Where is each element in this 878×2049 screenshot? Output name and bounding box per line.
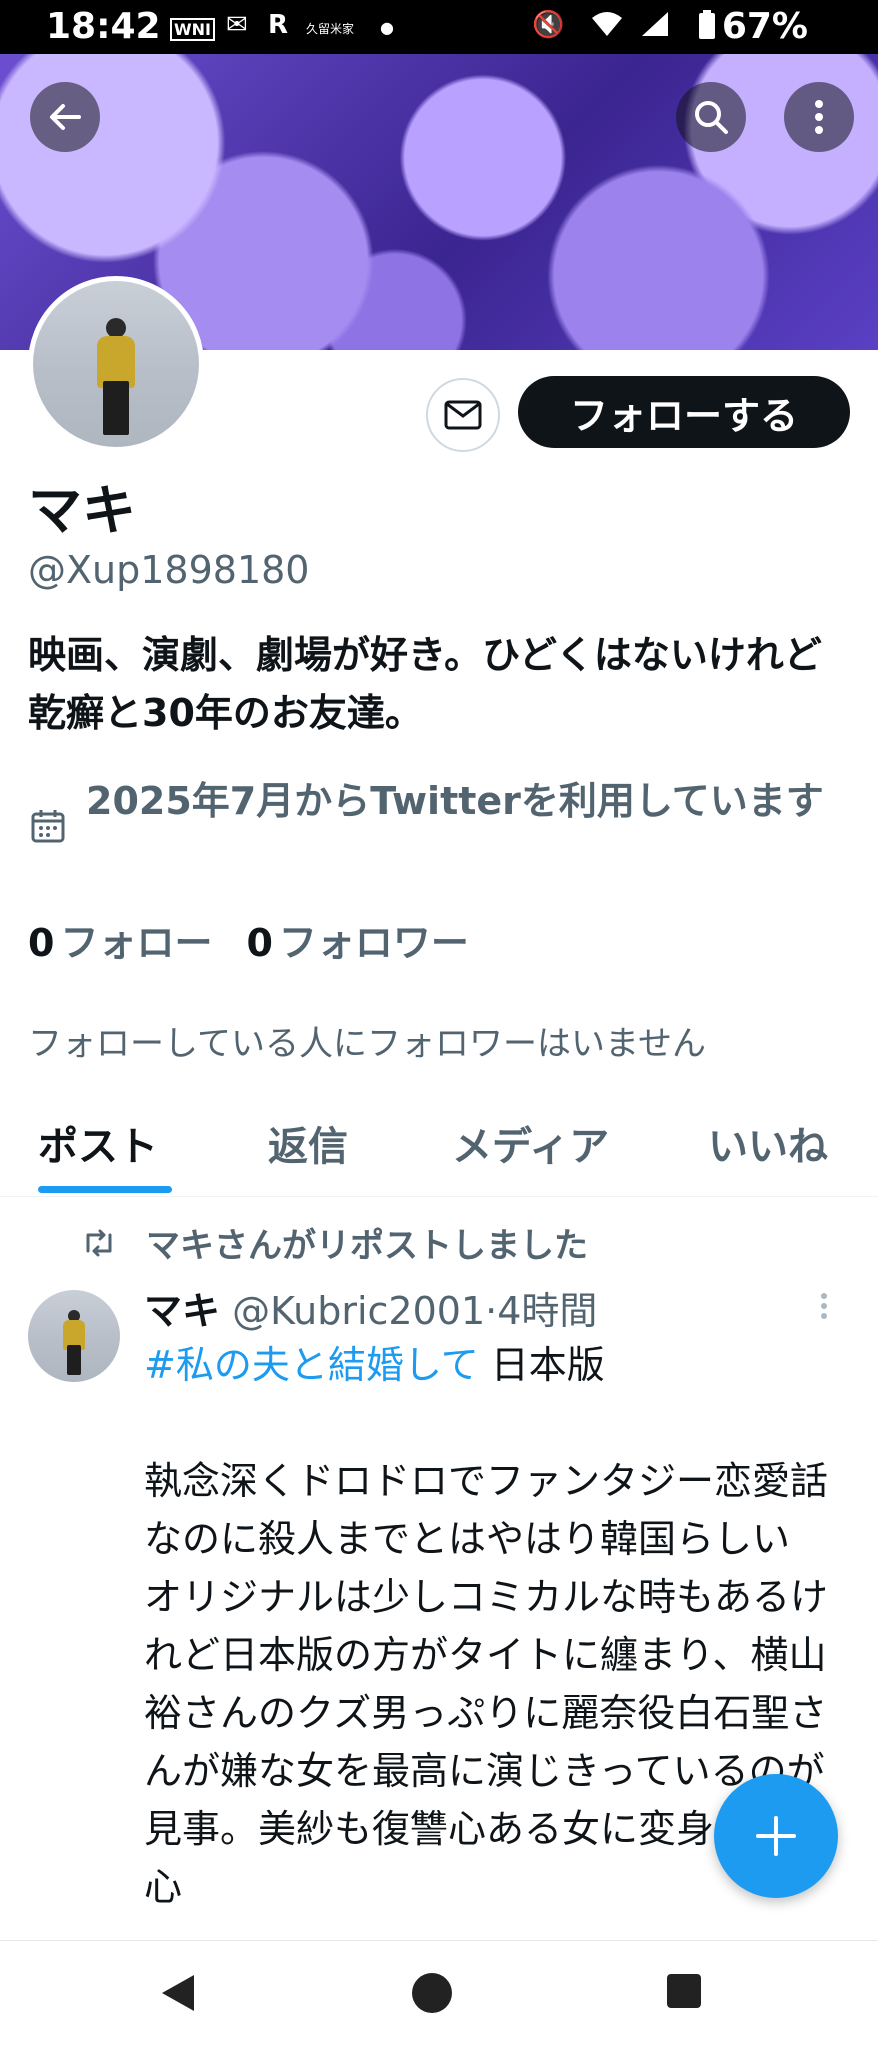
search-button[interactable] [676,82,746,152]
battery-percent: 67% [721,6,808,47]
follow-button[interactable]: フォローする [518,376,850,448]
search-icon [695,101,728,134]
tab-replies[interactable]: 返信 [268,1114,348,1172]
more-button[interactable] [784,82,854,152]
joined-date: 2025年7月からTwitterを利用しています [28,772,848,844]
profile-bio: 映画、演劇、劇場が好き。ひどくはないけれど乾癬と30年のお友達。 [28,633,822,735]
message-button[interactable] [426,378,500,452]
joined-text: 2025年7月からTwitterを利用しています [86,779,824,823]
post-title-suffix: 日本版 [490,1343,605,1387]
post-avatar[interactable] [28,1290,120,1382]
status-time: 18:42 [46,6,161,47]
post-title-line: #私の夫と結婚して 日本版 [144,1336,856,1394]
repost-icon [86,1229,112,1256]
followers-label: フォロワー [278,921,469,965]
post-more-button[interactable] [820,1292,828,1324]
profile-avatar[interactable] [28,276,204,452]
calendar-icon [31,810,65,843]
more-vertical-icon [821,1293,827,1319]
signal-icon [640,10,670,45]
repost-notice: マキさんがリポストしました [82,1218,588,1267]
app-notif-icon: 久留米家 [306,22,355,36]
active-tab-indicator [38,1186,172,1193]
tab-likes[interactable]: いいね [708,1114,828,1172]
followers-count: 0 [246,921,273,965]
tab-media[interactable]: メディア [452,1114,609,1172]
dot-icon: ● [380,18,394,37]
not-followed-notice: フォローしている人にフォロワーはいません [28,1024,706,1064]
system-nav-bar [0,1940,878,2049]
post-author-handle[interactable]: @Kubric2001 [232,1289,485,1333]
post-author-name[interactable]: マキ [144,1289,220,1333]
wni-icon: WNI [170,18,215,41]
mail-notif-icon: ✉ [226,10,248,40]
envelope-icon [444,400,482,430]
repost-text: マキさんがリポストしました [146,1226,588,1266]
following-label: フォロー [60,921,213,965]
plus-icon [756,1816,796,1856]
wifi-icon [590,10,624,45]
follow-counts: 0 フォロー 0 フォロワー [28,912,469,967]
mute-icon: 🔇 [532,10,565,40]
following-link[interactable]: 0 フォロー [28,921,212,965]
arrow-left-icon [50,104,81,130]
more-vertical-icon [815,100,823,134]
status-bar: 18:42 WNI ✉ R 久留米家 ● 🔇 67% [0,0,878,54]
post-header: マキ @Kubric2001·4時間 [144,1289,598,1333]
post-time: 4時間 [497,1289,598,1333]
battery-icon [698,10,716,47]
tab-posts[interactable]: ポスト [38,1114,158,1172]
following-count: 0 [28,921,55,965]
followers-link[interactable]: 0 フォロワー [246,921,468,965]
r-app-icon: R [268,10,289,40]
profile-tabs: ポスト 返信 メディア いいね [0,1098,878,1197]
post-hashtag[interactable]: #私の夫と結婚して [144,1343,479,1387]
back-button[interactable] [30,82,100,152]
triangle-back-icon[interactable] [158,1971,198,2015]
circle-home-icon[interactable] [410,1971,454,2015]
compose-button[interactable] [714,1774,838,1898]
square-recents-icon[interactable] [664,1971,704,2011]
profile-name: マキ [28,479,136,542]
profile-handle: @Xup1898180 [28,548,310,592]
